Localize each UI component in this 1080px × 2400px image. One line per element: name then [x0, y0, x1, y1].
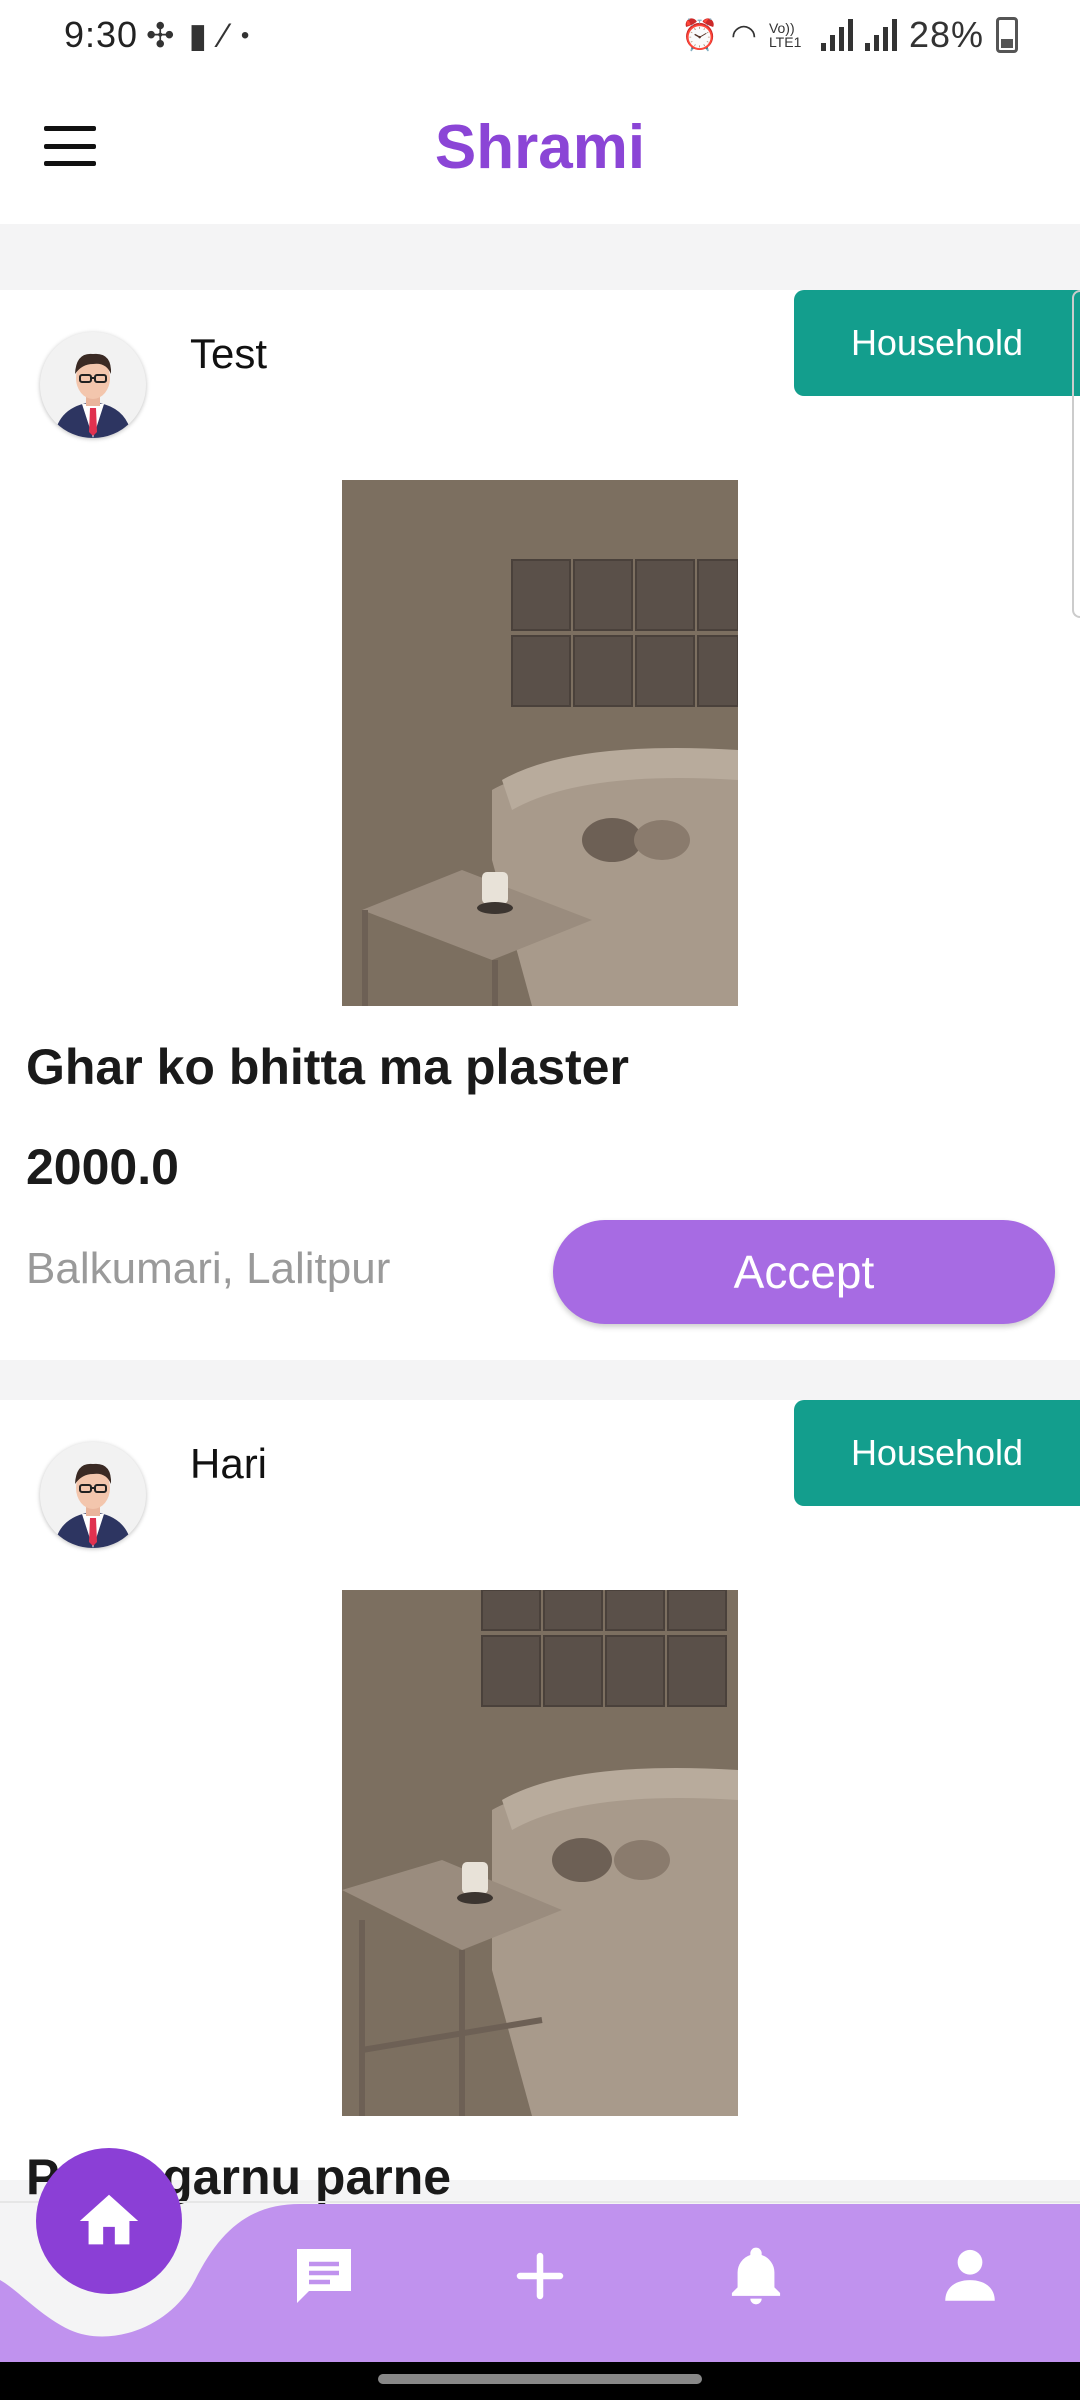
- accept-button[interactable]: Accept: [553, 1220, 1055, 1324]
- post-location: Balkumari, Lalitpur: [26, 1244, 391, 1293]
- dot-icon: •: [240, 22, 250, 49]
- chat-icon[interactable]: [284, 2236, 364, 2316]
- avatar: [40, 332, 146, 438]
- post-image: [342, 480, 738, 1006]
- status-left-icons: ✣ ▮ ⁄ •: [146, 16, 249, 56]
- home-button[interactable]: [36, 2148, 182, 2294]
- room-photo-illustration: [342, 480, 738, 1006]
- post-image: [342, 1590, 738, 2116]
- volte-label: Vo)) LTE1: [768, 20, 802, 50]
- avatar: [40, 1442, 146, 1548]
- device-icon: ▮: [188, 17, 208, 55]
- category-badge: Household: [794, 1400, 1080, 1506]
- edge-panel-handle[interactable]: [1072, 290, 1080, 618]
- room-photo-illustration: [342, 1590, 738, 2116]
- post-card[interactable]: Hari Household Paint garnu parne: [0, 1400, 1080, 2205]
- notification-icon[interactable]: [716, 2236, 796, 2316]
- person-avatar-icon: [54, 353, 132, 438]
- app-title: Shrami: [434, 113, 646, 182]
- signal-icon: [820, 19, 853, 51]
- fan-icon: ✣: [146, 17, 175, 55]
- signal-icon-2: [864, 19, 897, 51]
- wifi-icon: ◠: [730, 18, 757, 52]
- home-icon: [79, 2194, 139, 2245]
- add-icon[interactable]: [500, 2236, 580, 2316]
- magic-wand-icon: ⁄: [221, 17, 227, 55]
- category-badge: Household: [794, 290, 1080, 396]
- battery-icon: [996, 17, 1018, 53]
- battery-percent: 28%: [908, 14, 984, 55]
- status-right: ⏰ ◠ Vo)) LTE1 28%: [681, 14, 1018, 56]
- profile-icon[interactable]: [930, 2236, 1010, 2316]
- status-bar: 9:30 ✣ ▮ ⁄ • ⏰ ◠ Vo)) LTE1 28%: [0, 0, 1080, 78]
- alarm-icon: ⏰: [681, 18, 719, 52]
- person-avatar-icon: [54, 1463, 132, 1548]
- post-price: 2000.0: [26, 1139, 179, 1195]
- post-title: Ghar ko bhitta ma plaster: [26, 1039, 629, 1095]
- status-time: 9:30: [64, 14, 139, 55]
- post-card[interactable]: Test Household Ghar ko bhitta ma plaster…: [0, 290, 1080, 1360]
- app-bar: Shrami: [0, 78, 1080, 224]
- post-username: Test: [190, 330, 268, 377]
- gesture-home-pill[interactable]: [378, 2374, 702, 2384]
- post-username: Hari: [190, 1440, 268, 1487]
